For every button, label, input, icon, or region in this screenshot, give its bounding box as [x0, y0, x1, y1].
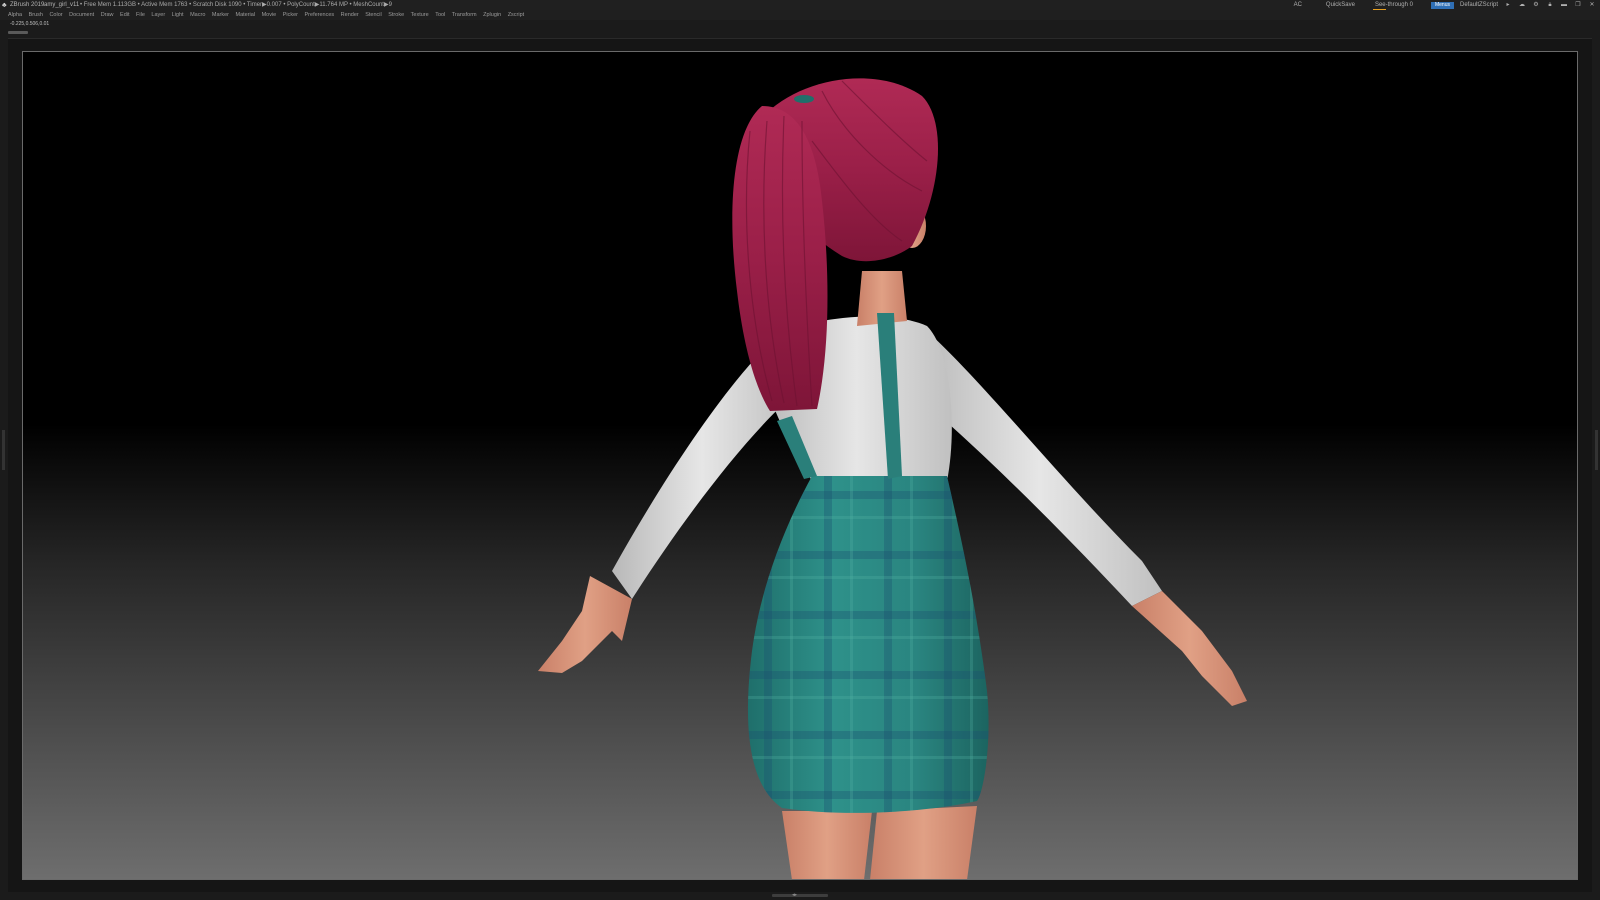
menu-edit[interactable]: Edit: [120, 12, 129, 18]
left-tray-handle[interactable]: [2, 430, 5, 470]
bottom-tray-arrows-icon[interactable]: ◂▸: [792, 892, 797, 898]
close-icon[interactable]: ✕: [1588, 1, 1596, 9]
settings-icon[interactable]: ⚙: [1532, 1, 1540, 9]
menu-material[interactable]: Material: [236, 12, 256, 18]
menu-document[interactable]: Document: [69, 12, 94, 18]
tray-slider[interactable]: [8, 31, 28, 34]
title-bar: ♣ ZBrush 2019 amy_girl_v11 • Free Mem 1.…: [0, 0, 1600, 10]
memory-stats: • Free Mem 1.113GB • Active Mem 1763 • S…: [80, 2, 392, 8]
menu-movie[interactable]: Movie: [262, 12, 277, 18]
menu-marker[interactable]: Marker: [212, 12, 229, 18]
menu-tool[interactable]: Tool: [435, 12, 445, 18]
menu-alpha[interactable]: Alpha: [8, 12, 22, 18]
see-through-label: See-through 0: [1374, 2, 1413, 8]
menu-picker[interactable]: Picker: [283, 12, 298, 18]
lock-icon[interactable]: 🔒︎: [1546, 1, 1554, 9]
bottom-tray-handle[interactable]: [772, 894, 828, 897]
menus-button[interactable]: Menus: [1430, 1, 1454, 9]
see-through-slider[interactable]: See-through 0: [1372, 0, 1415, 10]
app-title: ZBrush 2019: [10, 2, 45, 8]
restore-icon[interactable]: ❐: [1574, 1, 1582, 9]
ac-button[interactable]: AC: [1294, 0, 1302, 10]
zscript-selector[interactable]: DefaultZScript: [1460, 0, 1498, 10]
viewport-canvas[interactable]: [22, 51, 1578, 880]
menu-layer[interactable]: Layer: [151, 12, 165, 18]
character-model: [538, 78, 1247, 880]
menu-macro[interactable]: Macro: [190, 12, 205, 18]
title-bar-controls: AC QuickSave See-through 0 Menus Default…: [1294, 0, 1596, 10]
main-menu-bar: Alpha Brush Color Document Draw Edit Fil…: [0, 10, 1600, 20]
menu-render[interactable]: Render: [341, 12, 359, 18]
cloud-icon[interactable]: ☁: [1518, 1, 1526, 9]
menu-brush[interactable]: Brush: [29, 12, 43, 18]
menu-texture[interactable]: Texture: [411, 12, 429, 18]
menu-stencil[interactable]: Stencil: [365, 12, 382, 18]
cursor-coordinates: -0.225,0.506,0.01: [10, 21, 50, 27]
menu-file[interactable]: File: [136, 12, 145, 18]
project-name: amy_girl_v11: [44, 2, 80, 8]
zbrush-window: ♣ ZBrush 2019 amy_girl_v11 • Free Mem 1.…: [0, 0, 1600, 900]
minimize-icon[interactable]: ▬: [1560, 1, 1568, 9]
menu-color[interactable]: Color: [49, 12, 62, 18]
right-tray-handle[interactable]: [1595, 430, 1598, 470]
menu-light[interactable]: Light: [172, 12, 184, 18]
layout-icon[interactable]: ▸: [1504, 1, 1512, 9]
quicksave-button[interactable]: QuickSave: [1326, 0, 1355, 10]
menu-stroke[interactable]: Stroke: [388, 12, 404, 18]
menu-draw[interactable]: Draw: [101, 12, 114, 18]
menu-preferences[interactable]: Preferences: [305, 12, 335, 18]
menu-transform[interactable]: Transform: [452, 12, 477, 18]
menu-zscript[interactable]: Zscript: [508, 12, 525, 18]
menu-zplugin[interactable]: Zplugin: [483, 12, 501, 18]
